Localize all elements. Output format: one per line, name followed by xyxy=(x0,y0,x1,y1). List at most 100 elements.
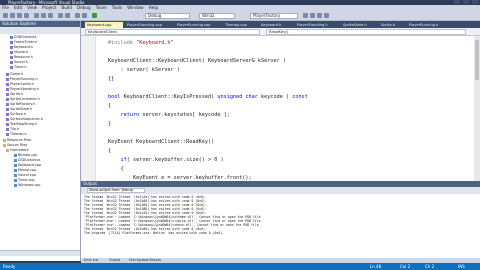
tree-item[interactable]: Timer.cpp xyxy=(14,178,35,182)
editor-tab-strip: Keyboard.cpp PlayerStanding.cpp PlayerRu… xyxy=(81,21,480,28)
start-debugging-icon[interactable] xyxy=(92,13,97,18)
code-editor[interactable]: #include "Keyboard.h" KeyboardClient::Key… xyxy=(81,36,480,181)
tree-item[interactable]: Sound.h xyxy=(10,60,28,64)
tree-item[interactable]: Resource.h xyxy=(10,55,33,59)
tree-item[interactable]: Game.h xyxy=(6,72,23,76)
tree-item[interactable]: Bitmap.cpp xyxy=(14,153,37,157)
save-icon[interactable] xyxy=(17,13,22,18)
toolbox-icon[interactable] xyxy=(324,13,329,18)
cpp-file-icon xyxy=(14,168,17,172)
status-char: Ch 2 xyxy=(425,264,435,269)
tree-item[interactable]: FrameTimer.h xyxy=(10,40,37,44)
tree-item-label: Bitmap.cpp xyxy=(18,153,38,157)
tree-item-label: Surface.h xyxy=(10,112,27,116)
code-line: { xyxy=(108,148,112,154)
tree-item[interactable]: Surface.h xyxy=(6,112,26,116)
tree-item-label: Mouse.h xyxy=(14,50,29,54)
tree-item[interactable]: D3DGraphics xyxy=(14,158,40,162)
platform-dropdown[interactable]: Win32 xyxy=(199,13,235,19)
configuration-dropdown[interactable]: Debug xyxy=(145,13,190,19)
tree-item-label: PlayerSprite.h xyxy=(10,82,34,86)
output-source-dropdown[interactable]: Show output from: Debug xyxy=(87,188,145,193)
header-file-icon xyxy=(6,112,9,116)
scrollbar-thumb[interactable] xyxy=(475,40,479,80)
navigate-back-icon[interactable] xyxy=(75,13,80,18)
scope-dropdown[interactable]: KeyboardClient xyxy=(85,29,260,35)
tree-item-label: Tilemap.h xyxy=(10,132,27,136)
tree-item[interactable]: SpriteFactory.h xyxy=(6,102,35,106)
properties-icon[interactable] xyxy=(317,13,322,18)
header-file-icon xyxy=(6,117,9,121)
tree-item[interactable]: Keyboard.h xyxy=(10,45,33,49)
solution-explorer-tabs[interactable] xyxy=(0,250,80,256)
tree-folder[interactable]: Framework xyxy=(6,148,29,152)
header-file-icon xyxy=(6,107,9,111)
tree-item[interactable]: TextMapString.h xyxy=(6,122,37,126)
output-text[interactable]: The thread 'Win32 Thread' (0x1c2a) has e… xyxy=(81,194,480,260)
code-line: { xyxy=(108,166,124,172)
open-file-icon[interactable] xyxy=(10,13,15,18)
code-line: } xyxy=(108,121,112,127)
code-line: { xyxy=(108,103,112,109)
tree-item[interactable]: Mouse.h xyxy=(10,50,28,54)
new-project-icon[interactable] xyxy=(3,13,8,18)
tree-item[interactable]: Windows.cpp xyxy=(14,183,40,187)
cpp-file-icon xyxy=(14,153,17,157)
tree-item[interactable]: Keyboard.cpp xyxy=(14,163,41,167)
tree-item[interactable]: Sprite.h xyxy=(6,92,23,96)
tree-folder[interactable]: Resource Files xyxy=(3,138,31,142)
minimize-button[interactable] xyxy=(454,0,460,4)
find-dropdown[interactable]: PlayerFactory xyxy=(250,13,298,19)
cpp-file-icon xyxy=(14,178,17,182)
cut-icon[interactable] xyxy=(34,13,39,18)
tree-item[interactable]: Tilemap.h xyxy=(6,132,27,136)
close-button[interactable] xyxy=(472,0,478,4)
solution-explorer-toolbar xyxy=(0,27,80,34)
undo-icon[interactable] xyxy=(58,13,63,18)
redo-icon[interactable] xyxy=(65,13,70,18)
cpp-file-icon xyxy=(14,163,17,167)
tree-item-label: Source Files xyxy=(7,143,28,147)
header-file-icon xyxy=(10,50,13,54)
tree-item-label: FrameTimer.h xyxy=(14,40,38,44)
tree-item[interactable]: Timer.h xyxy=(10,65,27,69)
header-file-icon xyxy=(10,65,13,69)
solution-explorer-icon[interactable] xyxy=(310,13,315,18)
header-file-icon xyxy=(10,60,13,64)
tree-item[interactable]: Sound.cpp xyxy=(14,173,36,177)
save-all-icon[interactable] xyxy=(24,13,29,18)
tree-item[interactable]: Tile.h xyxy=(6,127,19,131)
tree-item-label: Sprite.h xyxy=(10,92,24,96)
tree-item-label: TextMapString.h xyxy=(10,122,38,126)
tree-item[interactable]: SpriteState.h xyxy=(6,107,32,111)
output-line: The program '[7116] PlatFormer.exe: Nati… xyxy=(84,231,225,235)
code-line: #include "Keyboard.h" xyxy=(108,40,174,46)
tree-folder[interactable]: Source Files xyxy=(3,143,27,147)
copy-icon[interactable] xyxy=(41,13,46,18)
editor-gutter xyxy=(81,36,95,181)
header-file-icon xyxy=(6,87,9,91)
folder-icon xyxy=(3,138,6,142)
header-file-icon xyxy=(6,102,9,106)
tree-item[interactable]: SurfaceSequence.h xyxy=(6,117,43,121)
navigate-forward-icon[interactable] xyxy=(82,13,87,18)
tree-item-label: Framework xyxy=(10,148,29,152)
tree-item[interactable]: Mouse.cpp xyxy=(14,168,36,172)
paste-icon[interactable] xyxy=(48,13,53,18)
tree-item[interactable]: PlayerSprite.h xyxy=(6,82,34,86)
member-dropdown[interactable]: ReadKey() xyxy=(266,29,466,35)
tree-item-label: Tile.h xyxy=(10,127,20,131)
cpp-file-icon xyxy=(14,173,17,177)
header-file-icon xyxy=(6,82,9,86)
toolbar: Debug Win32 PlayerFactory xyxy=(0,11,480,21)
editor-vertical-scrollbar[interactable] xyxy=(474,36,480,181)
tree-item[interactable]: PlayerStanding.h xyxy=(6,87,39,91)
maximize-button[interactable] xyxy=(463,0,469,4)
navigation-bar: KeyboardClient ReadKey() xyxy=(81,28,480,36)
tree-item-label: Sound.cpp xyxy=(18,173,36,177)
find-in-files-icon[interactable] xyxy=(303,13,308,18)
tree-item[interactable]: PlayerRunning.h xyxy=(6,77,38,81)
tree-item[interactable]: SpriteController.h xyxy=(6,97,40,101)
tree-item[interactable]: D3DGraphics xyxy=(10,35,36,39)
tree-item-label: SpriteFactory.h xyxy=(10,102,36,106)
